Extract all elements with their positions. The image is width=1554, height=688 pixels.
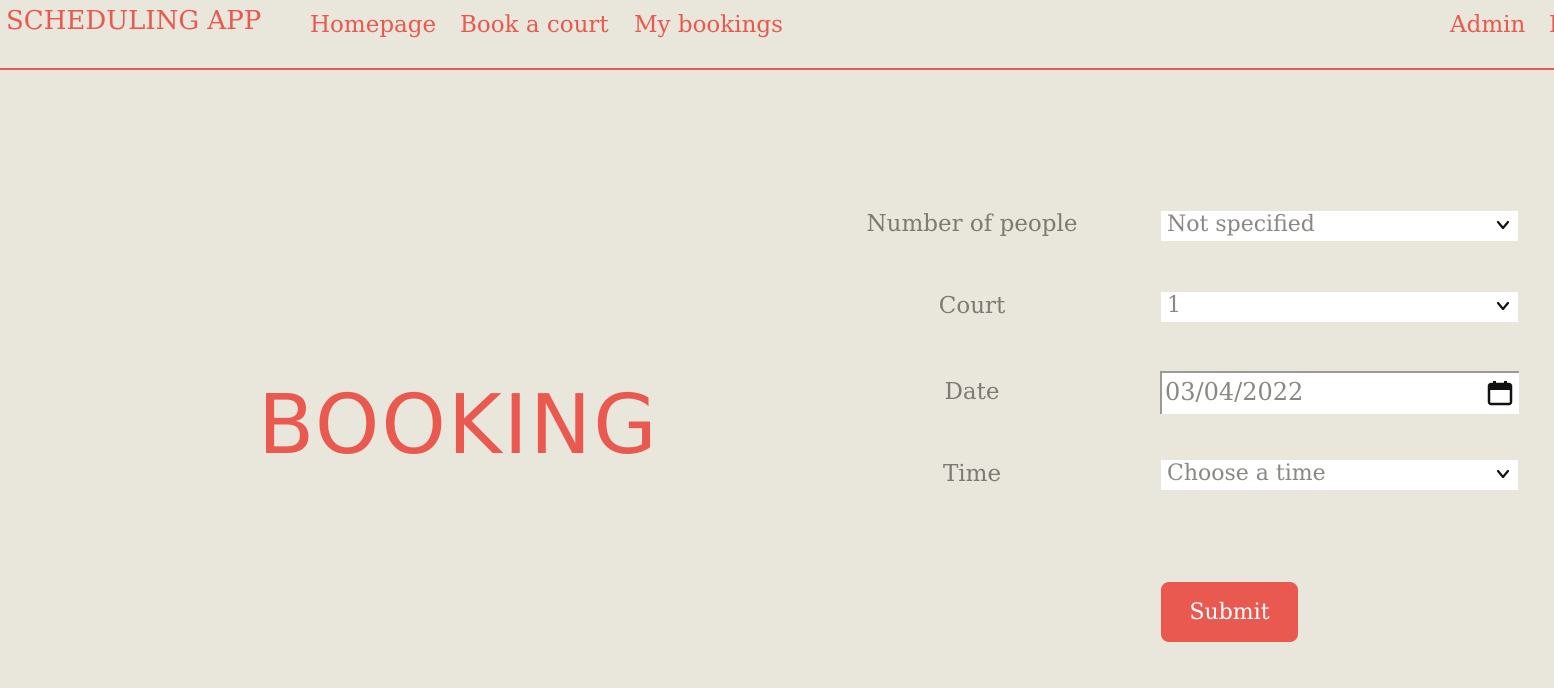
nav-link-clipped[interactable]: L (1549, 12, 1554, 42)
nav-link-my-bookings[interactable]: My bookings (634, 12, 783, 38)
people-label: Number of people (866, 211, 1078, 237)
nav-link-homepage[interactable]: Homepage (310, 12, 436, 38)
top-navbar: SCHEDULING APP Homepage Book a court My … (0, 0, 1554, 70)
date-label: Date (944, 379, 1000, 405)
people-select-value: Not specified (1167, 212, 1315, 237)
court-select[interactable]: 1 (1161, 292, 1518, 322)
nav-link-book-a-court[interactable]: Book a court (460, 12, 609, 38)
nav-link-admin[interactable]: Admin (1450, 12, 1525, 38)
calendar-icon[interactable] (1487, 380, 1513, 406)
court-label: Court (938, 293, 1006, 319)
court-select-value: 1 (1167, 293, 1181, 318)
people-select[interactable]: Not specified (1161, 211, 1518, 241)
chevron-down-icon (1496, 220, 1510, 230)
date-input[interactable]: 03/04/2022 (1160, 371, 1519, 414)
time-label: Time (942, 461, 1002, 487)
chevron-down-icon (1496, 469, 1510, 479)
booking-title: BOOKING (258, 378, 659, 473)
chevron-down-icon (1496, 301, 1510, 311)
date-input-value: 03/04/2022 (1165, 378, 1304, 406)
time-select[interactable]: Choose a time (1161, 460, 1518, 490)
submit-button[interactable]: Submit (1161, 582, 1298, 642)
time-select-value: Choose a time (1167, 461, 1326, 486)
app-brand[interactable]: SCHEDULING APP (6, 6, 261, 36)
